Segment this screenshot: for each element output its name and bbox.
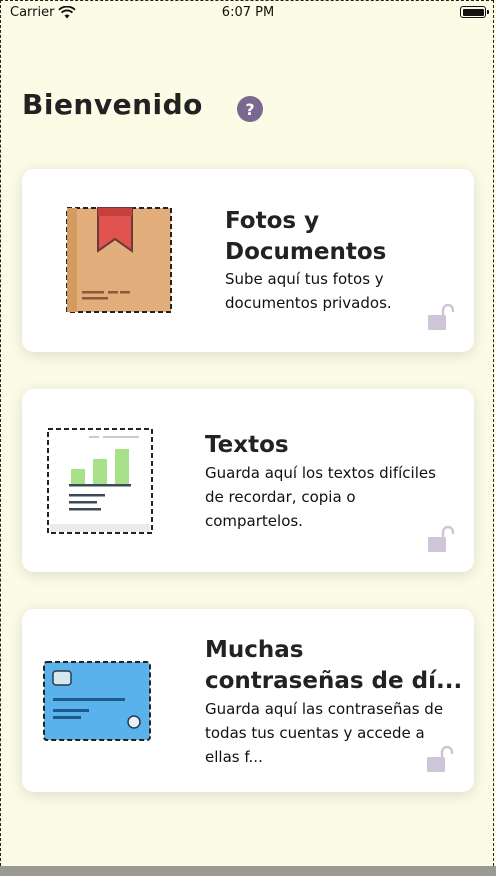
lock-open-icon[interactable] bbox=[426, 525, 454, 553]
card-description: Guarda aquí los textos difíciles de reco… bbox=[205, 464, 436, 530]
card-title: Textos bbox=[205, 432, 289, 458]
home-indicator-bar bbox=[0, 866, 496, 876]
page-title: Bienvenido bbox=[22, 88, 203, 121]
help-icon: ? bbox=[245, 99, 255, 119]
status-bar: Carrier 6:07 PM bbox=[0, 0, 496, 26]
battery-icon bbox=[460, 6, 489, 18]
card-title: Fotos y Documentos bbox=[225, 208, 387, 265]
texts-card[interactable]: Textos Guarda aquí los textos difíciles … bbox=[22, 389, 474, 572]
credit-card-icon bbox=[43, 661, 151, 741]
help-button[interactable]: ? bbox=[237, 96, 263, 122]
status-time: 6:07 PM bbox=[221, 5, 275, 20]
box-icon bbox=[66, 207, 172, 313]
lock-open-icon[interactable] bbox=[426, 303, 454, 331]
card-description: Sube aquí tus fotos y documentos privado… bbox=[225, 270, 392, 312]
card-title: Muchas contraseñas de dí... bbox=[205, 637, 463, 694]
passwords-card[interactable]: Muchas contraseñas de dí... Guarda aquí … bbox=[22, 609, 474, 792]
photos-documents-card[interactable]: Fotos y Documentos Sube aquí tus fotos y… bbox=[22, 169, 474, 352]
chart-doc-icon bbox=[47, 428, 153, 534]
card-description: Guarda aquí las contraseñas de todas tus… bbox=[205, 700, 444, 766]
lock-open-icon[interactable] bbox=[425, 745, 453, 773]
